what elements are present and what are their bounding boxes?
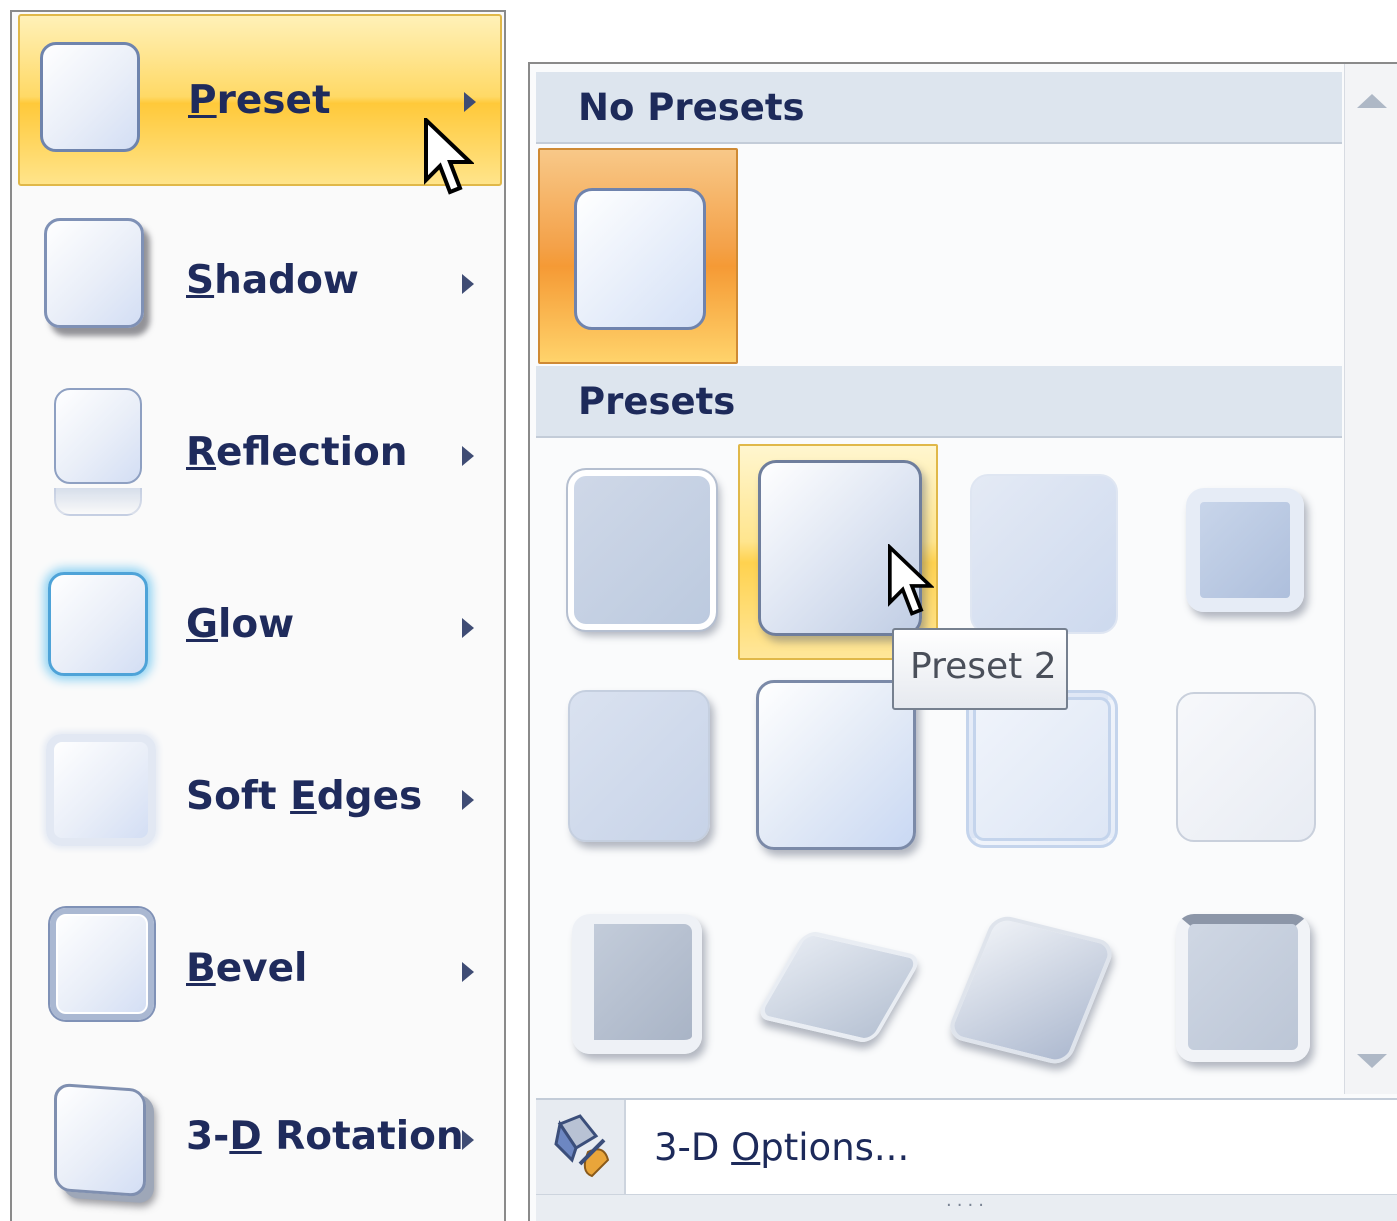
submenu-arrow-icon bbox=[462, 962, 474, 982]
preset-11[interactable] bbox=[944, 912, 1118, 1068]
menu-item-3d-rotation[interactable]: 3-D Rotation bbox=[18, 1052, 502, 1221]
menu-item-label: Preset bbox=[188, 78, 331, 123]
preset-8[interactable] bbox=[1176, 692, 1316, 842]
3d-rotation-icon bbox=[54, 1082, 146, 1198]
no-presets-title: No Presets bbox=[578, 86, 805, 129]
mouse-cursor-icon bbox=[424, 118, 474, 195]
scroll-down-icon[interactable] bbox=[1357, 1054, 1387, 1068]
resize-grip[interactable]: ···· bbox=[536, 1194, 1397, 1221]
menu-item-shadow[interactable]: Shadow bbox=[18, 192, 502, 364]
submenu-arrow-icon bbox=[462, 618, 474, 638]
presets-title: Presets bbox=[578, 380, 736, 423]
soft-edges-icon bbox=[46, 734, 156, 846]
submenu-arrow-icon bbox=[462, 446, 474, 466]
no-presets-header: No Presets bbox=[536, 72, 1342, 144]
3d-options-item[interactable]: 3-D Options... bbox=[536, 1098, 1397, 1194]
menu-item-soft-edges[interactable]: Soft Edges bbox=[18, 708, 502, 880]
submenu-arrow-icon bbox=[462, 790, 474, 810]
menu-item-label: Glow bbox=[186, 602, 295, 647]
gallery-scrollbar[interactable] bbox=[1344, 64, 1397, 1094]
preset-thumbnail-icon bbox=[40, 42, 140, 152]
submenu-arrow-icon bbox=[464, 92, 476, 112]
3d-options-icon bbox=[536, 1100, 626, 1194]
scroll-up-icon[interactable] bbox=[1357, 94, 1387, 108]
reflection-shadow bbox=[54, 488, 142, 516]
menu-item-glow[interactable]: Glow bbox=[18, 536, 502, 708]
menu-item-label: Soft Edges bbox=[186, 774, 423, 819]
no-preset-option[interactable] bbox=[538, 148, 738, 364]
menu-item-label: Shadow bbox=[186, 258, 359, 303]
submenu-arrow-icon bbox=[462, 1130, 474, 1150]
glow-icon bbox=[48, 572, 148, 676]
preset-1[interactable] bbox=[566, 468, 718, 632]
preset-9[interactable] bbox=[572, 914, 702, 1054]
preset-gallery-panel: No Presets Presets Preset 2 3-D Options.… bbox=[528, 62, 1397, 1221]
menu-item-reflection[interactable]: Reflection bbox=[18, 364, 502, 536]
menu-item-label: Bevel bbox=[186, 946, 308, 991]
preset-10[interactable] bbox=[754, 929, 924, 1045]
menu-item-label: Reflection bbox=[186, 430, 408, 475]
menu-item-bevel[interactable]: Bevel bbox=[18, 880, 502, 1052]
bevel-icon bbox=[50, 908, 154, 1020]
preset-tooltip: Preset 2 bbox=[892, 628, 1068, 710]
submenu-arrow-icon bbox=[462, 274, 474, 294]
presets-header: Presets bbox=[536, 366, 1342, 438]
mouse-cursor-icon bbox=[888, 544, 934, 616]
preset-5[interactable] bbox=[568, 690, 710, 842]
preset-4[interactable] bbox=[1186, 488, 1304, 612]
preset-7[interactable] bbox=[966, 690, 1118, 848]
no-preset-icon bbox=[574, 188, 706, 330]
paint-bucket-icon bbox=[554, 1114, 610, 1178]
shadow-icon bbox=[44, 218, 144, 328]
reflection-icon bbox=[54, 388, 142, 484]
3d-options-label: 3-D Options... bbox=[654, 1126, 910, 1169]
menu-item-label: 3-D Rotation bbox=[186, 1114, 464, 1159]
preset-3[interactable] bbox=[970, 474, 1118, 634]
preset-12[interactable] bbox=[1176, 914, 1310, 1062]
